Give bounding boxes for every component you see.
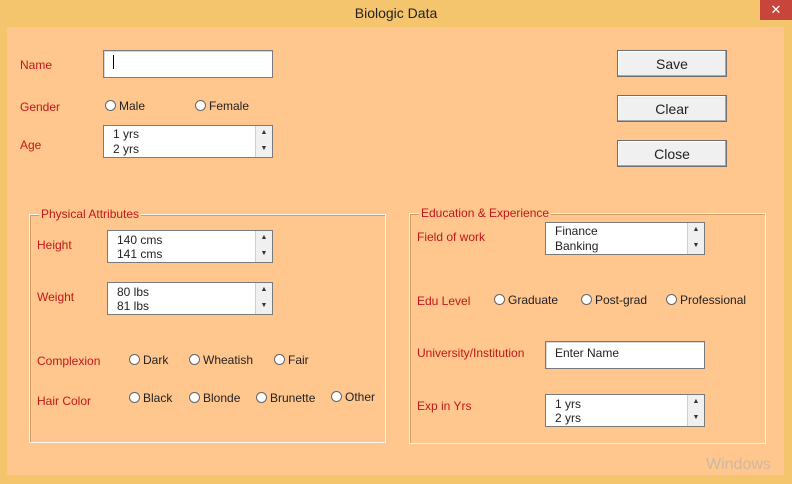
radio-label: Blonde bbox=[203, 391, 241, 405]
clear-button[interactable]: Clear bbox=[617, 95, 727, 122]
scrollbar[interactable]: ▲ ▼ bbox=[687, 223, 704, 254]
scrollbar[interactable]: ▲ ▼ bbox=[255, 283, 272, 314]
radio-label: Brunette bbox=[270, 391, 316, 405]
scroll-up-icon[interactable]: ▲ bbox=[256, 283, 272, 299]
list-item: 2 yrs bbox=[555, 411, 582, 425]
scrollbar[interactable]: ▲ ▼ bbox=[255, 231, 272, 262]
radio-label: Professional bbox=[680, 293, 747, 307]
physical-attributes-title: Physical Attributes bbox=[39, 207, 142, 221]
window-title: Biologic Data bbox=[354, 5, 438, 21]
list-item: Finance bbox=[555, 224, 598, 238]
university-label: University/Institution bbox=[417, 346, 525, 360]
university-value: Enter Name bbox=[555, 346, 620, 360]
education-experience-title: Education & Experience bbox=[419, 206, 552, 220]
field-of-work-spin-list[interactable]: Finance Banking ▲ ▼ bbox=[545, 222, 705, 255]
scroll-up-icon[interactable]: ▲ bbox=[256, 231, 272, 247]
scrollbar[interactable]: ▲ ▼ bbox=[687, 395, 704, 426]
name-input[interactable] bbox=[103, 50, 273, 78]
radio-circle-icon bbox=[105, 100, 116, 111]
radio-label: Fair bbox=[288, 353, 309, 367]
gender-label: Gender bbox=[20, 100, 61, 114]
exp-in-yrs-label: Exp in Yrs bbox=[417, 399, 472, 413]
university-input[interactable]: Enter Name bbox=[545, 341, 705, 369]
list-item: 81 lbs bbox=[117, 299, 150, 313]
scroll-down-icon[interactable]: ▼ bbox=[688, 239, 704, 255]
radio-circle-icon bbox=[189, 354, 200, 365]
scroll-up-icon[interactable]: ▲ bbox=[688, 223, 704, 239]
radio-circle-icon bbox=[666, 294, 677, 305]
radio-label: Dark bbox=[143, 353, 169, 367]
windows-watermark: Windows bbox=[706, 456, 771, 473]
list-item: 1 yrs bbox=[555, 397, 582, 411]
radio-label: Post-grad bbox=[595, 293, 648, 307]
radio-circle-icon bbox=[129, 392, 140, 403]
age-label: Age bbox=[20, 138, 42, 152]
radio-label: Male bbox=[119, 99, 146, 113]
list-item: 140 cms bbox=[117, 233, 163, 247]
radio-circle-icon bbox=[189, 392, 200, 403]
radio-label: Other bbox=[345, 390, 376, 404]
scroll-down-icon[interactable]: ▼ bbox=[688, 411, 704, 427]
edu-level-label: Edu Level bbox=[417, 294, 471, 308]
scrollbar[interactable]: ▲ ▼ bbox=[255, 126, 272, 157]
title-bar: Biologic Data ✕ bbox=[0, 0, 792, 27]
window-close-button[interactable]: ✕ bbox=[760, 0, 792, 20]
weight-label: Weight bbox=[37, 290, 75, 304]
radio-circle-icon bbox=[494, 294, 505, 305]
weight-spin-list[interactable]: 80 lbs 81 lbs ▲ ▼ bbox=[107, 282, 273, 315]
save-button[interactable]: Save bbox=[617, 50, 727, 77]
exp-spin-list[interactable]: 1 yrs 2 yrs ▲ ▼ bbox=[545, 394, 705, 427]
radio-circle-icon bbox=[195, 100, 206, 111]
close-button[interactable]: Close bbox=[617, 140, 727, 167]
height-spin-list[interactable]: 140 cms 141 cms ▲ ▼ bbox=[107, 230, 273, 263]
hair-color-label: Hair Color bbox=[37, 394, 92, 408]
radio-label: Female bbox=[209, 99, 250, 113]
radio-label: Black bbox=[143, 391, 173, 405]
complexion-label: Complexion bbox=[37, 354, 101, 368]
radio-circle-icon bbox=[331, 391, 342, 402]
text-caret bbox=[113, 55, 114, 69]
radio-circle-icon bbox=[581, 294, 592, 305]
list-item: 1 yrs bbox=[113, 127, 140, 141]
radio-label: Graduate bbox=[508, 293, 559, 307]
name-label: Name bbox=[20, 58, 53, 72]
scroll-up-icon[interactable]: ▲ bbox=[688, 395, 704, 411]
radio-label: Wheatish bbox=[203, 353, 254, 367]
list-item: Banking bbox=[555, 239, 599, 253]
height-label: Height bbox=[37, 238, 72, 252]
radio-circle-icon bbox=[274, 354, 285, 365]
list-item: 80 lbs bbox=[117, 285, 150, 299]
scroll-down-icon[interactable]: ▼ bbox=[256, 142, 272, 158]
age-spin-list[interactable]: 1 yrs 2 yrs ▲ ▼ bbox=[103, 125, 273, 158]
list-item: 141 cms bbox=[117, 247, 163, 261]
field-of-work-label: Field of work bbox=[417, 230, 486, 244]
scroll-down-icon[interactable]: ▼ bbox=[256, 247, 272, 263]
list-item: 2 yrs bbox=[113, 142, 140, 156]
radio-circle-icon bbox=[129, 354, 140, 365]
scroll-up-icon[interactable]: ▲ bbox=[256, 126, 272, 142]
radio-circle-icon bbox=[256, 392, 267, 403]
scroll-down-icon[interactable]: ▼ bbox=[256, 299, 272, 315]
